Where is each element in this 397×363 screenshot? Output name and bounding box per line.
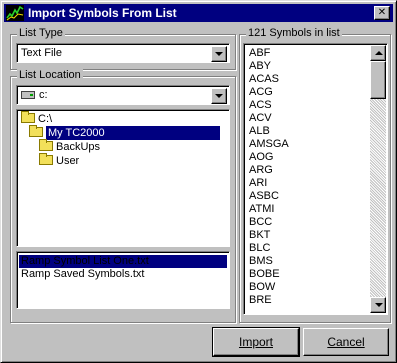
file-item[interactable]: Ramp Saved Symbols.txt [19,268,147,281]
window-title: Import Symbols From List [28,6,177,20]
cancel-button-label: Cancel [327,335,365,349]
folder-item[interactable]: C:\ [21,111,53,126]
symbol-item[interactable]: ARG [249,164,273,177]
folder-item[interactable]: BackUps [39,139,101,154]
close-button[interactable]: ✕ [374,6,390,20]
close-icon: ✕ [377,7,387,18]
cancel-button[interactable]: Cancel [303,328,389,356]
list-type-group: List Type Text File [10,27,236,70]
drive-value: c: [39,89,48,101]
import-symbols-dialog: Import Symbols From List ✕ List Type Tex… [0,0,397,363]
symbols-list[interactable]: ABF ABY ACAS ACG ACS ACV ALB AMSGA AOG ARG ARI ASBC… [243,43,388,315]
folder-item-selected[interactable]: My TC2000 [21,125,227,140]
drive-select[interactable]: c: [16,85,230,105]
symbol-item[interactable]: ARI [249,177,267,190]
import-button-label: Import [238,335,273,349]
tc2000-logo-icon [6,5,24,21]
title-bar: Import Symbols From List ✕ [4,4,393,22]
symbol-item[interactable]: BOW [249,281,275,294]
folder-icon [39,139,53,151]
folder-icon [39,153,53,165]
symbol-item[interactable]: BRE [249,294,272,307]
symbol-item[interactable]: ACG [249,86,273,99]
symbol-item[interactable]: ATMI [249,203,274,216]
symbol-item[interactable]: ALB [249,125,270,138]
folder-open-icon [21,111,35,123]
symbol-item[interactable]: AMSGA [249,138,289,151]
folder-label: User [56,155,80,167]
import-button[interactable]: Import [212,327,300,357]
folder-label: BackUps [56,141,101,153]
symbol-item[interactable]: ACS [249,99,272,112]
list-location-group: List Location c: C:\ My TC2000 BackUps U… [10,69,236,323]
list-location-label: List Location [17,69,83,81]
symbol-item[interactable]: BMS [249,255,273,268]
symbol-item[interactable]: ASBC [249,190,279,203]
scroll-down-button[interactable] [370,297,386,313]
symbols-count-label: 121 Symbols in list [246,27,342,39]
scroll-thumb[interactable] [370,61,386,99]
list-type-value: Text File [21,47,62,59]
symbol-item[interactable]: BOBE [249,268,280,281]
symbols-group: 121 Symbols in list ABF ABY ACAS ACG ACS ACV A… [239,27,391,323]
symbol-item[interactable]: ABY [249,60,271,73]
folder-label: C:\ [38,113,53,125]
symbol-item[interactable]: BCC [249,216,272,229]
symbol-item[interactable]: ABF [249,47,270,60]
chevron-down-icon[interactable] [211,88,227,104]
folder-item[interactable]: User [39,153,80,168]
symbol-item[interactable]: AOG [249,151,273,164]
file-list[interactable]: Ramp Symbol List One.txt Ramp Saved Symb… [16,251,230,309]
scroll-up-button[interactable] [370,45,386,61]
folder-tree[interactable]: C:\ My TC2000 BackUps User [16,109,230,247]
file-item-selected[interactable]: Ramp Symbol List One.txt [19,255,227,268]
chevron-down-icon[interactable] [211,46,227,62]
symbol-item[interactable]: ACV [249,112,272,125]
hard-drive-icon [21,91,35,99]
symbol-item[interactable]: BKT [249,229,270,242]
folder-open-icon [29,125,43,137]
folder-label: My TC2000 [46,126,220,140]
list-type-select[interactable]: Text File [16,43,230,63]
symbol-item[interactable]: BLC [249,242,270,255]
symbol-item[interactable]: ACAS [249,73,279,86]
list-type-label: List Type [17,27,65,39]
vertical-scrollbar[interactable] [370,45,386,313]
